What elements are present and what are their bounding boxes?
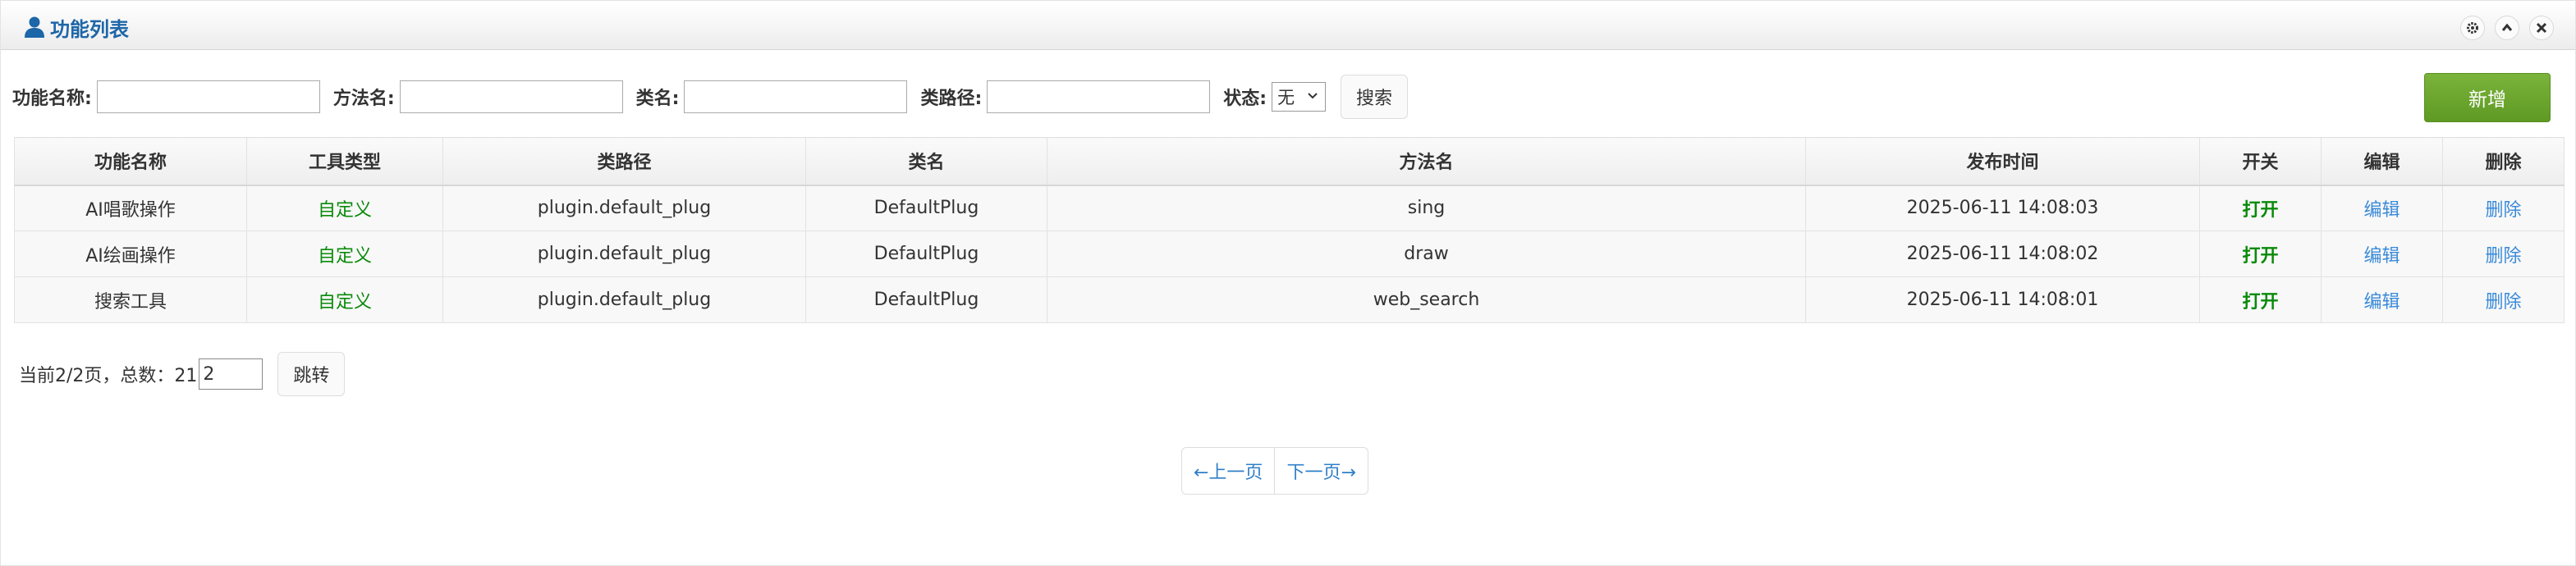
col-header-path: 类路径	[442, 137, 806, 186]
table-header-row: 功能名称 工具类型 类路径 类名 方法名 发布时间 开关 编辑 删除	[14, 137, 2565, 186]
widget-title: 功能列表	[24, 14, 129, 41]
widget-toolbar	[2460, 16, 2554, 40]
path-input[interactable]	[987, 80, 1211, 113]
switch-toggle[interactable]: 打开	[2199, 185, 2322, 231]
cell-method: draw	[1047, 231, 1806, 277]
table-row: 搜索工具 自定义 plugin.default_plug DefaultPlug…	[14, 276, 2565, 323]
edit-link[interactable]: 编辑	[2321, 276, 2443, 323]
class-input[interactable]	[684, 80, 908, 113]
cell-name: AI绘画操作	[14, 231, 247, 277]
cell-time: 2025-06-11 14:08:03	[1805, 185, 2200, 231]
delete-link[interactable]: 删除	[2442, 185, 2565, 231]
cell-method: sing	[1047, 185, 1806, 231]
col-header-method: 方法名	[1047, 137, 1806, 186]
user-icon	[25, 16, 44, 38]
cell-type: 自定义	[246, 231, 443, 277]
status-label: 状态:	[1223, 89, 1267, 109]
switch-toggle[interactable]: 打开	[2199, 231, 2322, 277]
close-icon	[2536, 22, 2547, 34]
jump-button[interactable]: 跳转	[277, 352, 346, 396]
cell-method: web_search	[1047, 276, 1806, 323]
edit-link[interactable]: 编辑	[2321, 231, 2443, 277]
switch-toggle[interactable]: 打开	[2199, 276, 2322, 323]
page-title: 功能列表	[50, 17, 129, 41]
col-header-type: 工具类型	[246, 137, 443, 186]
next-page-button[interactable]: 下一页→	[1274, 448, 1367, 494]
col-header-delete: 删除	[2442, 137, 2565, 186]
edit-link[interactable]: 编辑	[2321, 185, 2443, 231]
settings-button[interactable]	[2460, 16, 2485, 40]
cell-class: DefaultPlug	[805, 231, 1047, 277]
cell-time: 2025-06-11 14:08:02	[1805, 231, 2200, 277]
cell-name: AI唱歌操作	[14, 185, 247, 231]
method-input[interactable]	[399, 80, 623, 113]
chevron-up-icon	[2501, 23, 2513, 31]
table-row: AI唱歌操作 自定义 plugin.default_plug DefaultPl…	[14, 185, 2565, 231]
status-select-value: 无	[1277, 88, 1295, 107]
status-select[interactable]: 无	[1272, 82, 1327, 112]
cell-path: plugin.default_plug	[442, 231, 806, 277]
collapse-button[interactable]	[2495, 16, 2519, 40]
col-header-class: 类名	[805, 137, 1047, 186]
search-button[interactable]: 搜索	[1341, 75, 1409, 119]
page-number-input[interactable]: 2	[199, 358, 264, 390]
chevron-down-icon	[1308, 93, 1318, 99]
cell-path: plugin.default_plug	[442, 276, 806, 323]
path-label: 类路径:	[920, 89, 983, 109]
cell-type: 自定义	[246, 276, 443, 323]
method-label: 方法名:	[332, 89, 395, 109]
cell-class: DefaultPlug	[805, 185, 1047, 231]
col-header-switch: 开关	[2199, 137, 2322, 186]
add-button[interactable]: 新增	[2424, 73, 2551, 122]
cell-type: 自定义	[246, 185, 443, 231]
cell-name: 搜索工具	[14, 276, 247, 323]
delete-link[interactable]: 删除	[2442, 231, 2565, 277]
name-input[interactable]	[96, 80, 320, 113]
function-table: 功能名称 工具类型 类路径 类名 方法名 发布时间 开关 编辑 删除 AI唱歌操…	[14, 137, 2565, 323]
col-header-edit: 编辑	[2321, 137, 2443, 186]
search-bar: 功能名称: 方法名: 类名: 类路径: 状态: 无 搜索	[12, 75, 1409, 119]
function-list-widget: 功能列表 功能名称: 方法名: 类名: 类路径: 状态: 无 搜索 新增 功能名…	[0, 0, 2576, 566]
page-info-text: 当前2/2页，总数：21	[19, 366, 198, 386]
delete-link[interactable]: 删除	[2442, 276, 2565, 323]
prev-page-button[interactable]: ←上一页	[1182, 448, 1274, 494]
class-label: 类名:	[635, 89, 680, 109]
col-header-time: 发布时间	[1805, 137, 2200, 186]
table-row: AI绘画操作 自定义 plugin.default_plug DefaultPl…	[14, 231, 2565, 277]
pager: ←上一页 下一页→	[1181, 447, 1368, 495]
close-button[interactable]	[2529, 16, 2554, 40]
cell-path: plugin.default_plug	[442, 185, 806, 231]
cell-class: DefaultPlug	[805, 276, 1047, 323]
gear-icon	[2467, 22, 2478, 34]
cell-time: 2025-06-11 14:08:01	[1805, 276, 2200, 323]
page-info: 当前2/2页，总数：21 2 跳转	[19, 352, 346, 396]
col-header-name: 功能名称	[14, 137, 247, 186]
widget-header: 功能列表	[1, 2, 2575, 50]
name-label: 功能名称:	[12, 89, 92, 109]
